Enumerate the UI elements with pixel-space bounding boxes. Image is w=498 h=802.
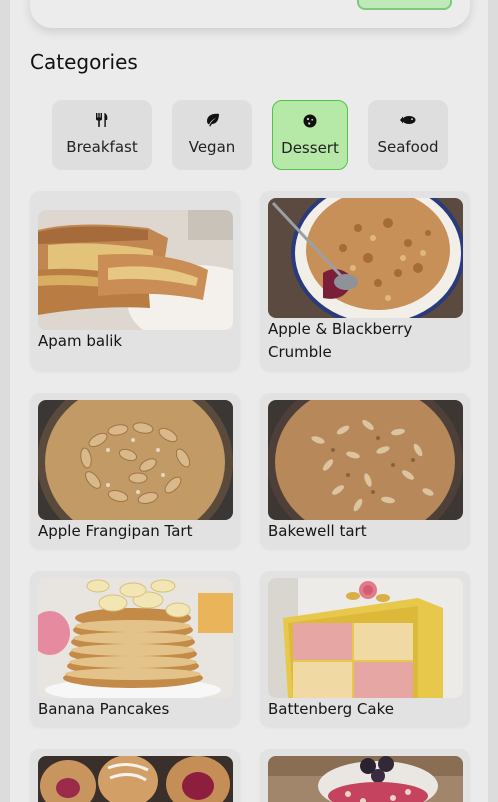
meal-card[interactable]: Battenberg Cake (260, 571, 470, 727)
meal-image (268, 578, 463, 698)
meal-title: Apple Frangipan Tart (38, 522, 193, 540)
meal-image (268, 756, 463, 802)
meal-card[interactable]: Bakewell tart (260, 393, 470, 549)
meal-image (268, 198, 463, 318)
meal-card[interactable]: Apple & Blackberry Crumble (260, 191, 470, 371)
meal-image (38, 578, 233, 698)
category-breakfast[interactable]: Breakfast (52, 100, 152, 170)
category-label: Vegan (188, 138, 236, 156)
meal-image (38, 400, 233, 520)
category-list: Breakfast Vegan Dessert Seafood (52, 100, 448, 170)
utensils-icon (93, 111, 111, 129)
meal-image (38, 756, 233, 802)
meal-title: Bakewell tart (268, 522, 367, 540)
meal-image (268, 400, 463, 520)
section-title: Categories (30, 50, 138, 74)
meal-card[interactable] (260, 749, 470, 802)
cookie-icon (301, 112, 319, 130)
category-vegan[interactable]: Vegan (172, 100, 252, 170)
category-seafood[interactable]: Seafood (368, 100, 448, 170)
right-edge (488, 0, 498, 802)
meal-image (38, 210, 233, 330)
category-label: Dessert (281, 139, 339, 157)
top-card (30, 0, 470, 28)
category-dessert[interactable]: Dessert (272, 100, 348, 170)
fish-icon (399, 111, 417, 129)
app-screen: Categories Breakfast Vegan Dessert Seafo… (10, 0, 488, 802)
top-card-button[interactable] (357, 0, 452, 10)
meal-card[interactable]: Banana Pancakes (30, 571, 240, 727)
left-edge (0, 0, 10, 802)
meal-title: Banana Pancakes (38, 700, 170, 718)
meal-card[interactable]: Apam balik (30, 191, 240, 371)
meal-card[interactable]: Apple Frangipan Tart (30, 393, 240, 549)
meal-title: Apam balik (38, 332, 123, 350)
meal-title: Battenberg Cake (268, 700, 394, 718)
category-label: Seafood (377, 138, 439, 156)
category-label: Breakfast (66, 138, 138, 156)
meal-card[interactable] (30, 749, 240, 802)
meal-title: Apple & Blackberry Crumble (268, 320, 413, 361)
leaf-icon (203, 111, 221, 129)
